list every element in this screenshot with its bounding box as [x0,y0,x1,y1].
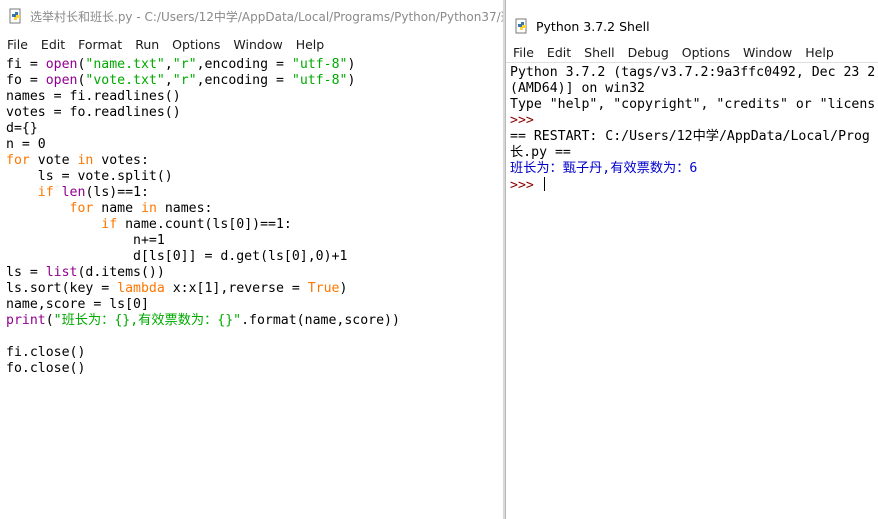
code-line: for name in names: [69,201,213,216]
shell-menu-edit[interactable]: Edit [540,45,577,60]
shell-prompt: >>> [510,177,878,193]
editor-title: 选举村长和班长.py - C:/Users/12中学/AppData/Local… [30,9,505,24]
code-line: if len(ls)==1: [37,185,149,200]
code-line: for vote in votes: [6,153,149,168]
python-shell-icon [515,18,527,34]
code-line: ls = list(d.items()) [6,265,165,280]
code-line: votes = fo.readlines() [6,105,181,120]
editor-menu-run[interactable]: Run [128,37,165,52]
text-cursor [543,177,546,191]
editor-menu-window[interactable]: Window [226,37,288,52]
code-line: n+=1 [6,233,165,248]
shell-line: (AMD64)] on win32 [510,81,645,96]
editor-menu-file[interactable]: File [0,37,34,52]
code-line: n = 0 [6,137,46,152]
shell-window: Python 3.7.2 Shell File Edit Shell Debug Opt… [505,0,878,519]
editor-menu-format[interactable]: Format [71,37,128,52]
code-line: ls = vote.split() [6,169,173,184]
shell-output-area[interactable]: Python 3.7.2 (tags/v3.7.2:9a3ffc0492, De… [506,62,878,519]
shell-menu-help[interactable]: Help [798,45,840,60]
shell-prompt: >>> [510,113,534,128]
editor-menu-help[interactable]: Help [289,37,331,52]
code-line: print("班长为：{},有效票数为：{}".format(name,scor… [6,313,400,328]
shell-line: Python 3.7.2 (tags/v3.7.2:9a3ffc0492, De… [510,65,876,80]
shell-line: Type "help", "copyright", "credits" or "… [510,97,876,112]
shell-line: == RESTART: C:/Users/12中学/AppData/Local/… [510,129,870,144]
editor-menu-options[interactable]: Options [165,37,226,52]
code-line: d[ls[0]] = d.get(ls[0],0)+1 [6,249,348,264]
shell-line: 长.py == [510,145,571,160]
editor-menubar: File Edit Format Run Options Window Help [0,34,505,54]
code-line: ls.sort(key = lambda x:x[1],reverse = Tr… [6,281,348,296]
code-editor-area[interactable]: fi = open("name.txt","r",encoding = "utf… [0,57,505,519]
shell-menu-shell[interactable]: Shell [577,45,621,60]
shell-title: Python 3.7.2 Shell [536,18,650,34]
code-line: fi = open("name.txt","r",encoding = "utf… [6,57,356,72]
editor-window: 选举村长和班长.py - C:/Users/12中学/AppData/Local… [0,0,505,519]
python-file-icon [9,8,21,24]
shell-menu-window[interactable]: Window [736,45,798,60]
shell-program-output: 班长为：甄子丹,有效票数为：6 [510,161,698,176]
code-line: if name.count(ls[0])==1: [101,217,292,232]
code-line: fo = open("vote.txt","r",encoding = "utf… [6,73,356,88]
editor-menu-edit[interactable]: Edit [34,37,71,52]
code-line: name,score = ls[0] [6,297,149,312]
shell-titlebar[interactable]: Python 3.7.2 Shell [506,6,878,46]
shell-menu-file[interactable]: File [506,45,540,60]
code-line: fi.close() [6,345,86,360]
shell-menu-options[interactable]: Options [675,45,736,60]
editor-titlebar[interactable]: 选举村长和班长.py - C:/Users/12中学/AppData/Local… [0,0,505,32]
shell-menu-debug[interactable]: Debug [621,45,675,60]
code-line: d={} [6,121,38,136]
shell-menubar: File Edit Shell Debug Options Window Help [506,42,878,62]
code-line: names = fi.readlines() [6,89,181,104]
code-line: fo.close() [6,361,86,376]
